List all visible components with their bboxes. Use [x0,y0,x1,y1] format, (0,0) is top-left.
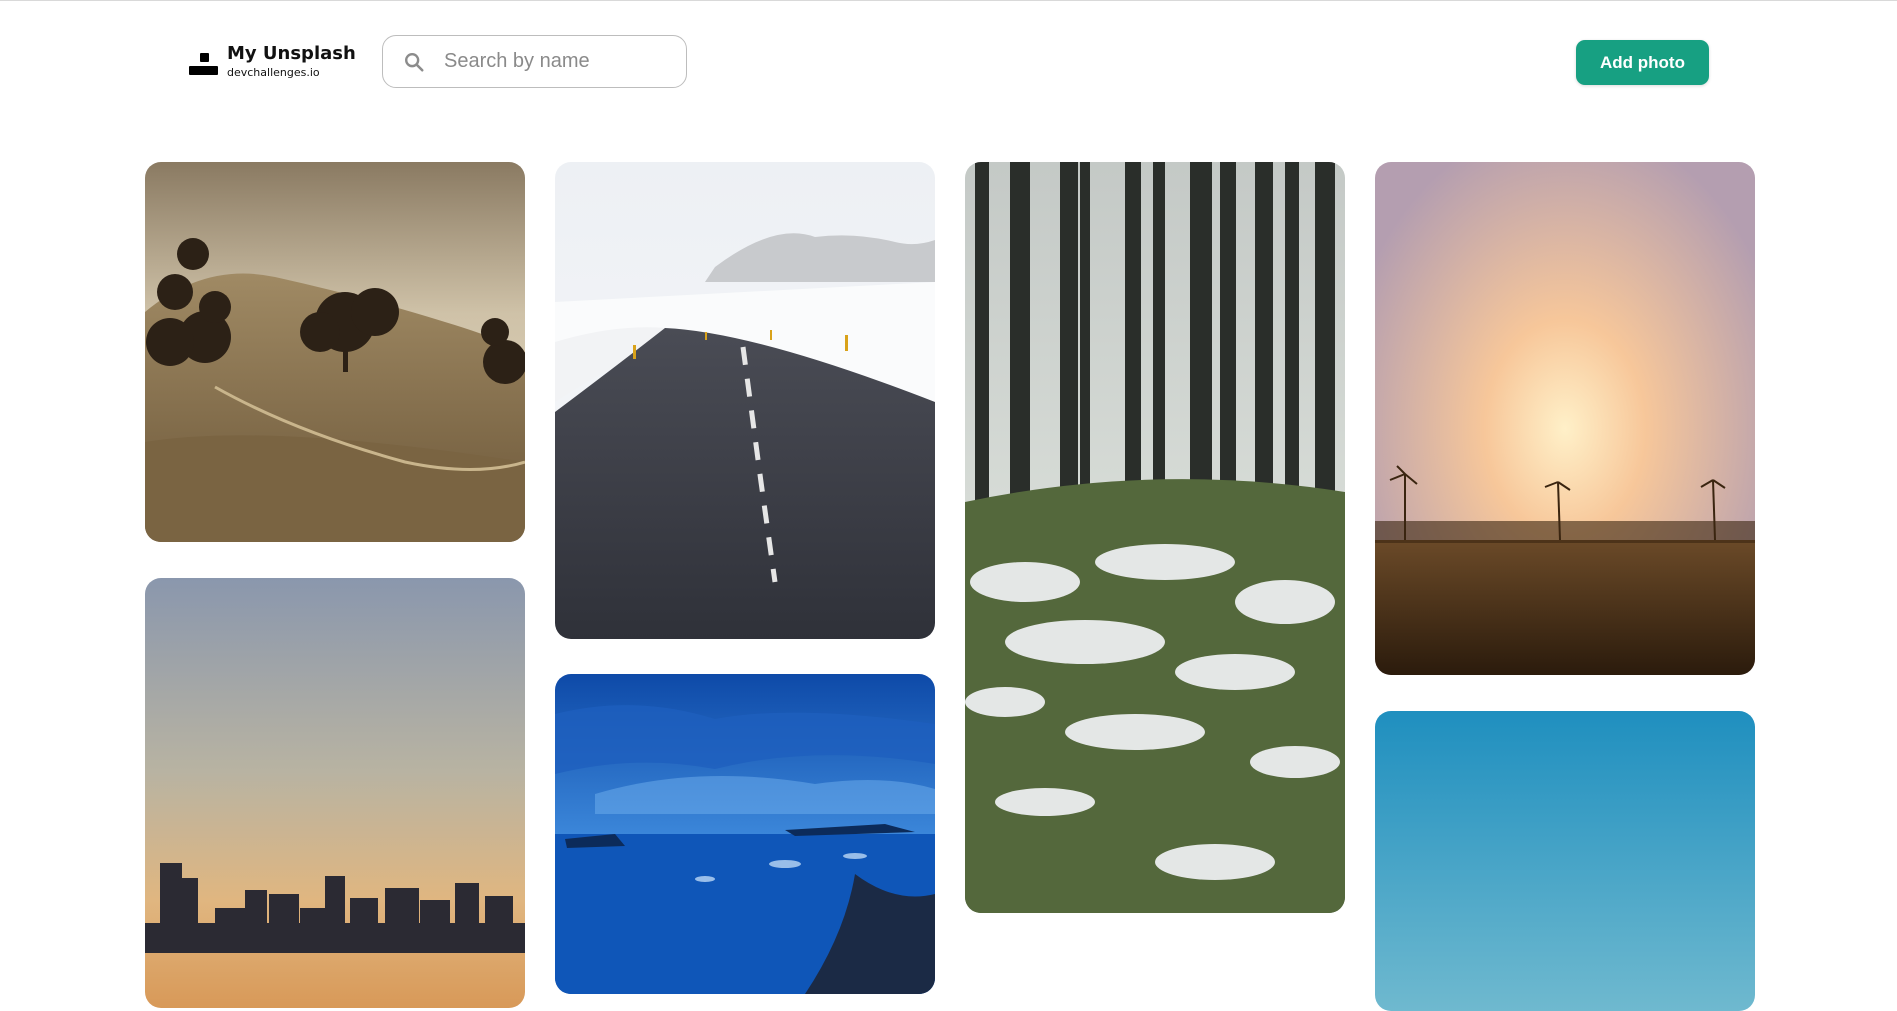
photo-image [145,578,525,1008]
photo-image [1375,162,1755,675]
photo-card[interactable] [555,674,935,994]
photo-card[interactable] [965,162,1345,913]
photo-image [1375,711,1755,1011]
photo-image [145,162,525,542]
photo-card[interactable] [1375,162,1755,675]
photo-image [555,674,935,994]
photo-image [965,162,1345,913]
photo-card[interactable] [555,162,935,639]
photo-card[interactable] [1375,711,1755,1011]
photo-gallery [0,1,1897,1011]
photo-card[interactable] [145,162,525,542]
photo-image [555,162,935,639]
photo-card[interactable] [145,578,525,1008]
